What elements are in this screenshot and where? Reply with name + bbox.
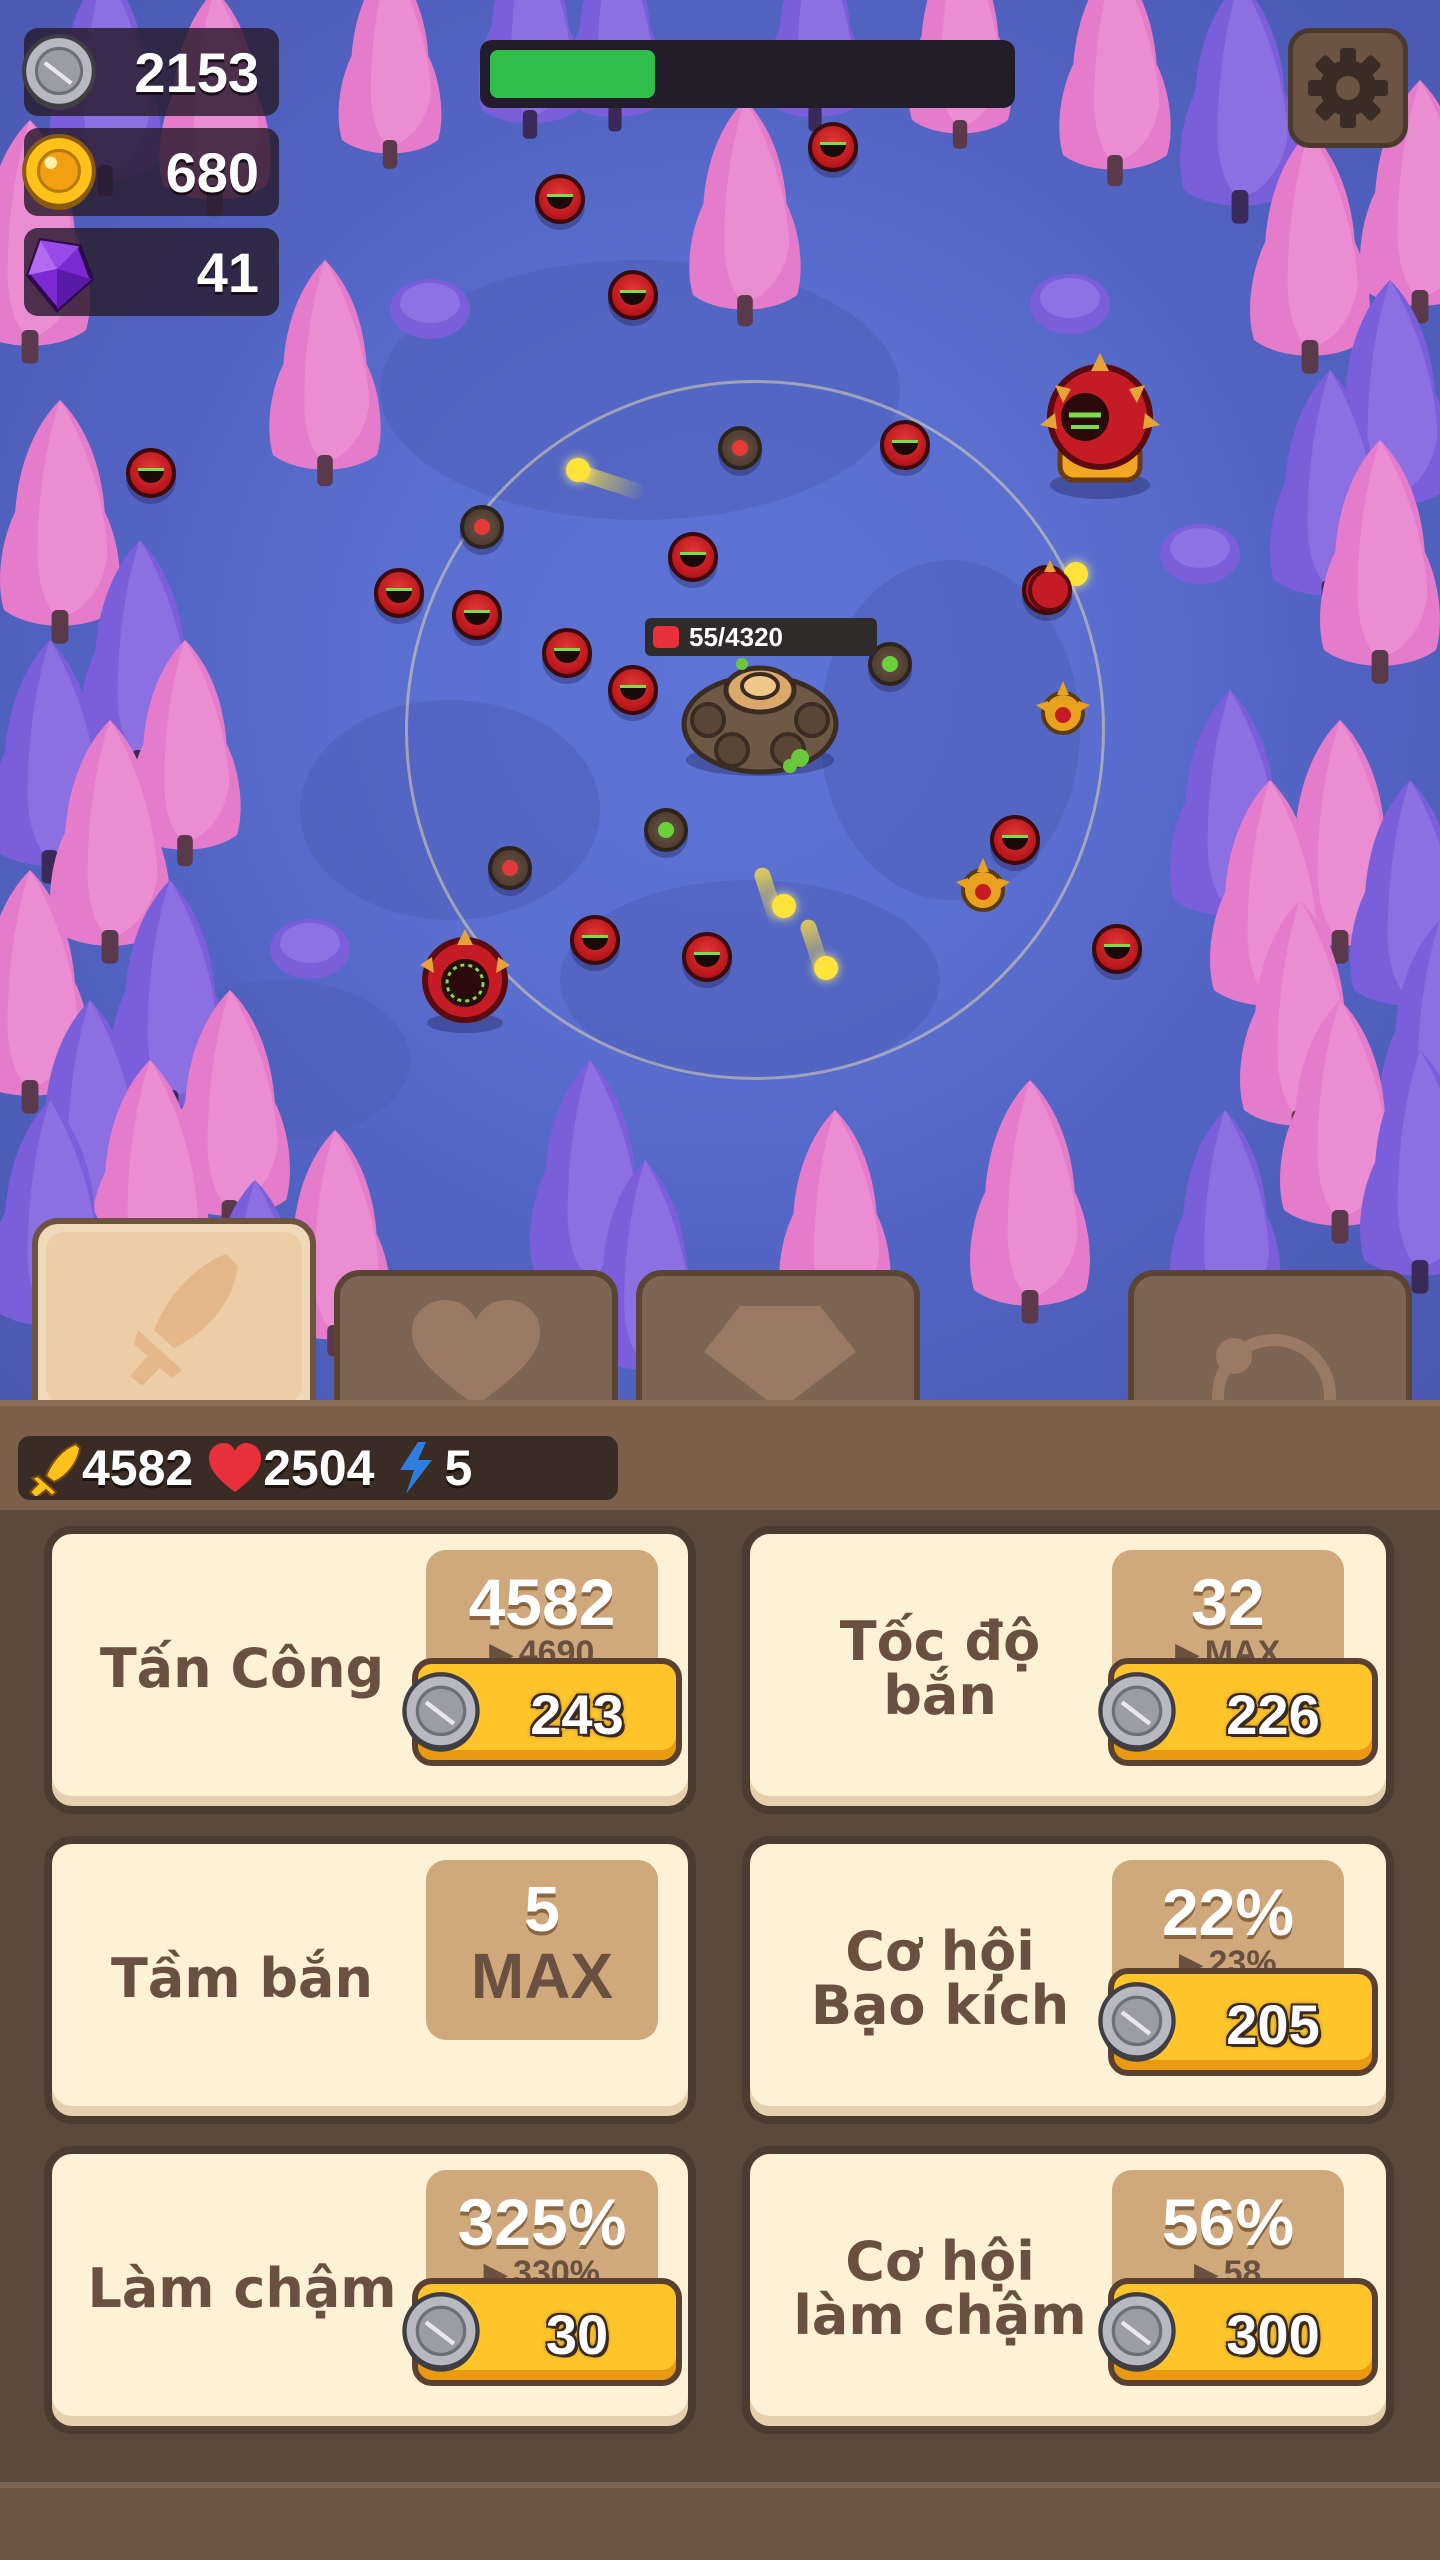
silver-coin-value: 2153 <box>134 41 259 104</box>
attack-stat-value: 4582 <box>82 1440 194 1496</box>
silver-coin-icon <box>402 2292 480 2372</box>
sword-icon <box>130 1254 238 1386</box>
bottom-bar <box>0 2482 1440 2560</box>
mine <box>460 505 504 549</box>
turret-health-text: 55/4320 <box>689 621 783 652</box>
spiked-enemy-small <box>1036 681 1090 735</box>
mine <box>718 426 762 470</box>
enemy-blob <box>126 448 176 498</box>
bullet <box>566 458 590 482</box>
upgrade-current-value: 22% <box>1161 1875 1295 1949</box>
upgrade-max-value: 5 MAX <box>426 1873 658 2013</box>
upgrade-label: Làm chậm <box>87 2257 397 2320</box>
spiked-enemy-small <box>1028 560 1072 612</box>
lightning-icon <box>400 1442 433 1494</box>
enemy-blob <box>542 628 592 678</box>
upgrade-cost: 300 <box>1226 2303 1320 2366</box>
enemy-blob <box>880 420 930 470</box>
bullet <box>814 956 838 980</box>
upgrade-panel: 4582 2504 5 Tấn Công 4582 ▶ 4690 243 Tốc… <box>0 1400 1440 2560</box>
heart-stat-icon <box>209 1443 262 1492</box>
upgrade-label: Cơ hội làm chậm <box>770 2154 1110 2424</box>
buy-upgrade-button[interactable]: 226 <box>1098 1658 1378 1766</box>
gem-value: 41 <box>196 241 259 304</box>
silver-coin-icon <box>1098 1672 1176 1752</box>
turret-health-bar: 55/4320 <box>645 618 877 656</box>
tab-defense[interactable] <box>334 1270 618 1420</box>
health-swatch <box>653 626 679 648</box>
enemy-blob <box>682 932 732 982</box>
buy-upgrade-button[interactable]: 243 <box>402 1658 682 1766</box>
upgrade-cost: 30 <box>545 2303 609 2366</box>
upgrade-current-value: 32 <box>1191 1565 1265 1639</box>
spiked-enemy <box>420 929 510 1033</box>
diamond-icon <box>704 1306 856 1410</box>
buy-upgrade-button[interactable]: 205 <box>1098 1968 1378 2076</box>
bullet <box>772 894 796 918</box>
upgrade-cost: 205 <box>1226 1993 1320 2056</box>
heart-icon <box>412 1300 540 1406</box>
gear-icon <box>1308 48 1388 128</box>
tower-turret <box>681 658 839 776</box>
upgrade-card-fire-rate: Tốc độ bắn 32 ▶ MAX 226 <box>742 1526 1394 1814</box>
mine <box>644 808 688 852</box>
health-stat-value: 2504 <box>263 1440 375 1496</box>
spiked-enemy-large <box>1040 353 1160 499</box>
silver-coin-counter: 2153 <box>22 28 279 116</box>
label-line-2: Bạo kích <box>810 1974 1070 2037</box>
upgrade-current-value: 4582 <box>468 1565 616 1639</box>
sword-stat-icon <box>28 1442 82 1496</box>
label-line-2: bắn <box>883 1664 997 1727</box>
gold-coin-value: 680 <box>165 141 259 204</box>
upgrade-label: Tấn Công <box>99 1637 385 1700</box>
enemy-blob <box>608 665 658 715</box>
purple-gem-icon <box>25 237 95 313</box>
gem-counter: 41 <box>24 228 279 316</box>
upgrade-card-attack: Tấn Công 4582 ▶ 4690 243 <box>44 1526 696 1814</box>
label-line-2: làm chậm <box>793 2284 1087 2347</box>
silver-coin-icon <box>1098 2292 1176 2372</box>
gold-coin-counter: 680 <box>22 128 279 216</box>
upgrade-card-crit-chance: Cơ hội Bạo kích 22% ▶ 23% 205 <box>742 1836 1394 2124</box>
enemy-blob <box>608 270 658 320</box>
tab-misc[interactable] <box>1128 1270 1412 1436</box>
silver-coin-icon <box>402 1672 480 1752</box>
upgrade-card-slow: Làm chậm 325% ▶ 330% 30 <box>44 2146 696 2434</box>
wave-progress-bar <box>480 40 1015 108</box>
enemy-blob <box>808 122 858 172</box>
upgrade-label: Tốc độ bắn <box>770 1534 1110 1804</box>
enemy-blob <box>452 590 502 640</box>
upgrade-value-box: 5 MAX <box>426 1860 658 2040</box>
wave-progress-fill <box>490 50 655 98</box>
enemy-blob <box>668 532 718 582</box>
spiked-enemy-small <box>956 858 1010 912</box>
enemy-blob <box>1092 924 1142 974</box>
upgrade-card-range: Tầm bắn 5 MAX <box>44 1836 696 2124</box>
buy-upgrade-button[interactable]: 30 <box>402 2278 682 2386</box>
stats-strip: 4582 2504 5 <box>0 1400 1440 1510</box>
enemy-blob <box>374 568 424 618</box>
upgrade-current-value: 5 <box>524 1873 560 1945</box>
gold-coin-icon <box>22 134 96 210</box>
upgrade-label: Tầm bắn <box>111 1947 373 2010</box>
stats-summary: 4582 2504 5 <box>18 1436 618 1500</box>
upgrade-current-value: 56% <box>1161 2185 1295 2259</box>
upgrade-card-slow-chance: Cơ hội làm chậm 56% ▶ 58 300 <box>742 2146 1394 2434</box>
silver-coin-icon <box>1098 1982 1176 2062</box>
settings-button[interactable] <box>1288 28 1408 148</box>
enemy-blob <box>535 174 585 224</box>
upgrade-max-label: MAX <box>470 1940 614 2013</box>
upgrade-current-value: 325% <box>457 2185 627 2259</box>
upgrade-label: Cơ hội Bạo kích <box>770 1844 1110 2114</box>
upgrade-cost: 243 <box>530 1683 624 1746</box>
silver-coin-icon <box>22 34 96 110</box>
energy-stat-value: 5 <box>444 1440 473 1496</box>
enemy-blob <box>570 915 620 965</box>
upgrade-cost: 226 <box>1226 1683 1320 1746</box>
mine <box>488 846 532 890</box>
tab-gem[interactable] <box>636 1270 920 1420</box>
buy-upgrade-button[interactable]: 300 <box>1098 2278 1378 2386</box>
tab-attack[interactable] <box>32 1218 316 1418</box>
